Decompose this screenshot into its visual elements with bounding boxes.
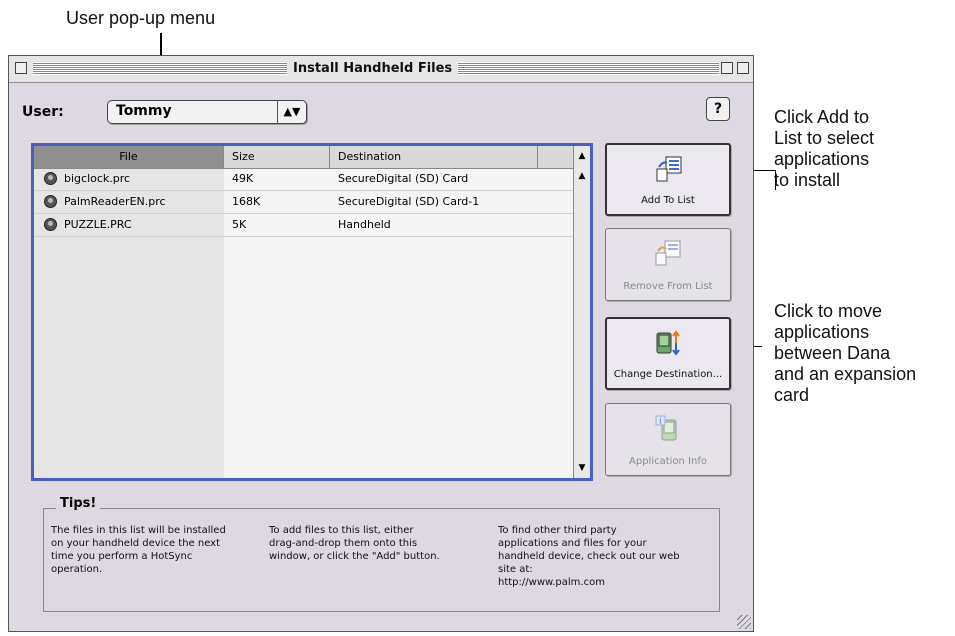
row-file: bigclock.prc: [64, 172, 131, 185]
column-header-file[interactable]: File: [34, 146, 224, 168]
row-destination: Handheld: [338, 218, 391, 231]
callout-add-to-list: Click Add to List to select applications…: [774, 107, 875, 190]
window-title: Install Handheld Files: [287, 57, 459, 81]
user-label: User:: [22, 104, 64, 120]
add-to-list-icon: [656, 156, 682, 182]
row-destination: SecureDigital (SD) Card-1: [338, 195, 480, 208]
remove-from-list-label: Remove From List: [623, 281, 713, 292]
column-header-empty: [538, 146, 574, 168]
table-row[interactable]: bigclock.prc 49K SecureDigital (SD) Card: [34, 168, 574, 191]
callout-add-to-list-line-2: [775, 170, 776, 190]
change-destination-button[interactable]: Change Destination...: [605, 317, 731, 390]
tip-column-1: The files in this list will be installed…: [51, 525, 226, 575]
user-selected-value: Tommy: [116, 103, 172, 119]
row-file: PalmReaderEN.prc: [64, 195, 166, 208]
install-window: Install Handheld Files User: Tommy ▲▼ ? …: [8, 55, 754, 632]
table-header: File Size Destination: [34, 146, 590, 169]
row-destination: SecureDigital (SD) Card: [338, 172, 469, 185]
close-box-icon[interactable]: [15, 62, 27, 74]
zoom-box-icon[interactable]: [721, 62, 733, 74]
row-size: 5K: [232, 218, 247, 231]
resize-grip-icon[interactable]: [737, 615, 751, 629]
file-list-table[interactable]: File Size Destination bigclock.prc 49K S…: [31, 143, 593, 481]
add-to-list-label: Add To List: [641, 195, 695, 206]
vertical-scrollbar[interactable]: ▲ ▲ ▼: [573, 146, 590, 478]
table-row[interactable]: PUZZLE.PRC 5K Handheld: [34, 214, 574, 237]
file-icon: [44, 172, 57, 185]
tip-column-3: To find other third party applications a…: [498, 525, 680, 588]
column-header-destination[interactable]: Destination: [330, 146, 538, 168]
collapse-box-icon[interactable]: [737, 62, 749, 74]
change-destination-label: Change Destination...: [613, 369, 723, 380]
file-icon: [44, 218, 57, 231]
help-icon[interactable]: ?: [706, 97, 730, 121]
row-size: 168K: [232, 195, 261, 208]
table-row[interactable]: PalmReaderEN.prc 168K SecureDigital (SD)…: [34, 191, 574, 214]
column-header-size[interactable]: Size: [224, 146, 330, 168]
svg-text:i: i: [659, 417, 662, 426]
remove-from-list-icon: [655, 240, 681, 266]
title-bar[interactable]: Install Handheld Files: [9, 56, 753, 83]
sort-direction-icon[interactable]: ▲: [574, 148, 590, 164]
file-icon: [44, 195, 57, 208]
remove-from-list-button[interactable]: Remove From List: [605, 228, 731, 301]
scroll-down-arrow-icon[interactable]: ▼: [574, 460, 590, 476]
application-info-label: Application Info: [629, 456, 707, 467]
callout-user-popup: User pop-up menu: [66, 8, 216, 28]
row-size: 49K: [232, 172, 254, 185]
user-popup-menu[interactable]: Tommy ▲▼: [107, 100, 307, 124]
handheld-arrows-icon: [656, 330, 680, 356]
tip-column-2: To add files to this list, either drag-a…: [269, 525, 440, 562]
application-info-button[interactable]: i Application Info: [605, 403, 731, 476]
updown-arrows-icon: ▲▼: [277, 101, 306, 123]
row-file: PUZZLE.PRC: [64, 218, 132, 231]
scroll-up-arrow-icon[interactable]: ▲: [574, 168, 590, 184]
add-to-list-button[interactable]: Add To List: [605, 143, 731, 216]
application-info-icon: i: [655, 415, 677, 441]
tips-title: Tips!: [56, 496, 101, 511]
callout-change-destination: Click to move applications between Dana …: [774, 301, 917, 405]
